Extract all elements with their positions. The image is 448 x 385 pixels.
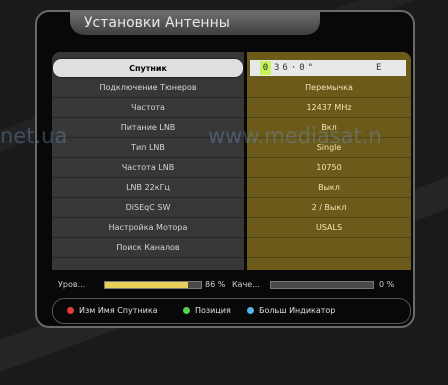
value-motor-setup[interactable]: USALS (247, 218, 411, 238)
satellite-direction: E (376, 63, 382, 73)
level-label: Уров... (58, 280, 86, 289)
value-diseqc[interactable]: 2 / Выкл (247, 198, 411, 218)
red-button-icon (67, 307, 74, 314)
menu-row-satellite[interactable]: Спутник (52, 58, 244, 78)
page-title: Установки Антенны (70, 12, 320, 35)
blue-button-icon (247, 307, 254, 314)
menu-row-channel-search[interactable]: Поиск Каналов (52, 238, 244, 258)
menu-row-lnb-frequency[interactable]: Частота LNB (52, 158, 244, 178)
value-frequency[interactable]: 12437 MHz (247, 98, 411, 118)
value-tuner-connection[interactable]: Перемычка (247, 78, 411, 98)
legend-green-label: Позиция (195, 306, 231, 315)
legend-red-label: Изм Имя Спутника (79, 306, 158, 315)
menu-row-motor-setup[interactable]: Настройка Мотора (52, 218, 244, 238)
menu-row-lnb-22khz[interactable]: LNB 22кГц (52, 178, 244, 198)
signal-bars: Уров... 86 % Каче... 0 % (52, 276, 411, 294)
quality-bar (270, 281, 374, 289)
level-bar-fill (105, 282, 188, 288)
level-value: 86 % (205, 280, 226, 289)
satellite-position-field[interactable]: 0 36·0° E (250, 60, 406, 76)
quality-value: 0 % (379, 280, 395, 289)
value-lnb-22khz[interactable]: Выкл (247, 178, 411, 198)
quality-label: Каче... (232, 280, 260, 289)
value-lnb-frequency[interactable]: 10750 (247, 158, 411, 178)
color-key-legend: Изм Имя Спутника Позиция Больш Индикатор (52, 298, 411, 324)
satellite-cursor-digit: 0 (260, 61, 271, 75)
legend-blue[interactable]: Больш Индикатор (247, 299, 335, 323)
menu-row-tuner-connection[interactable]: Подключение Тюнеров (52, 78, 244, 98)
legend-green[interactable]: Позиция (183, 299, 231, 323)
watermark-right: www.mediasat.n (208, 124, 382, 148)
watermark-left: net.ua (0, 124, 68, 148)
satellite-position-value: 36·0° (274, 63, 317, 73)
green-button-icon (183, 307, 190, 314)
menu-row-frequency[interactable]: Частота (52, 98, 244, 118)
legend-blue-label: Больш Индикатор (259, 306, 336, 315)
menu-row-diseqc[interactable]: DiSEqC SW (52, 198, 244, 218)
value-channel-search (247, 238, 411, 258)
level-bar (104, 281, 202, 289)
legend-red[interactable]: Изм Имя Спутника (67, 299, 158, 323)
